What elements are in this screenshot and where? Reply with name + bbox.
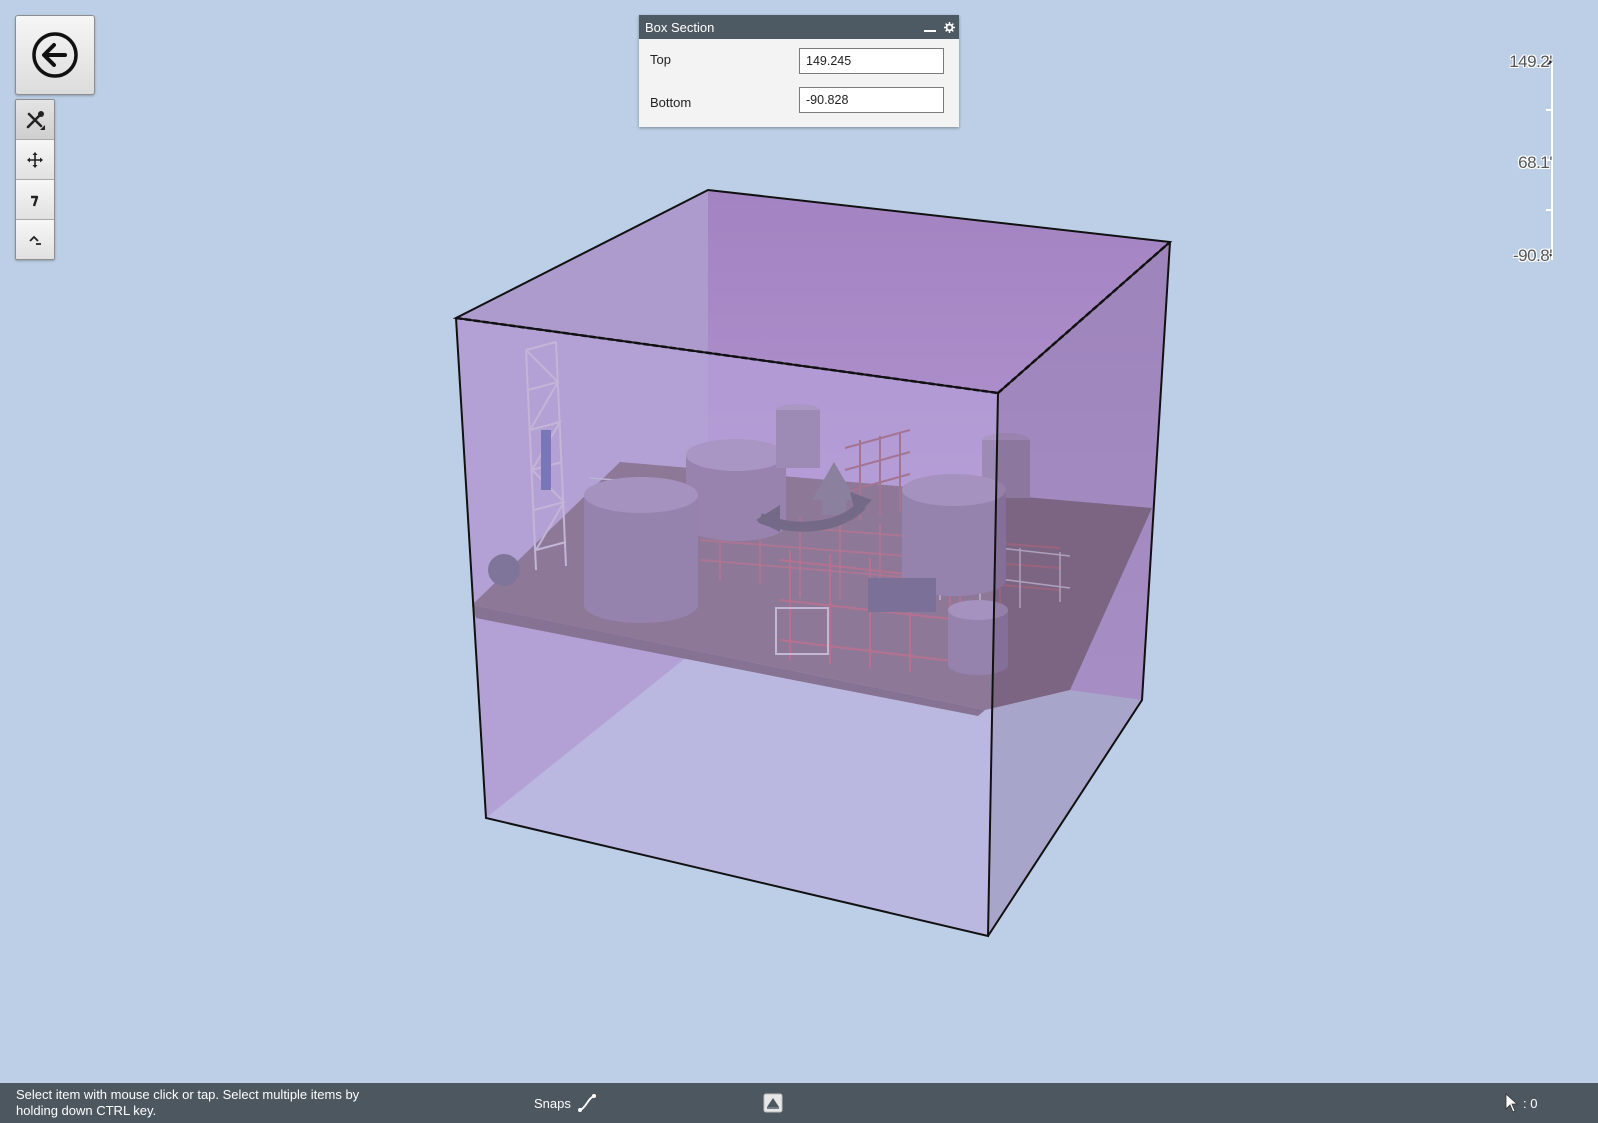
minimize-button[interactable] (924, 22, 936, 32)
bottom-row: Bottom (639, 81, 959, 123)
snap-icon (577, 1094, 596, 1112)
box-section-titlebar[interactable]: Box Section (639, 15, 959, 39)
move-tool-button[interactable] (16, 140, 54, 180)
box-front-face (456, 318, 998, 936)
view-toggle-button[interactable] (763, 1093, 783, 1113)
section-box-scene[interactable] (0, 0, 1598, 1083)
panel-title: Box Section (645, 19, 715, 35)
section-toolstrip (15, 99, 55, 260)
top-row: Top (639, 39, 959, 81)
cursor-icon (1505, 1093, 1519, 1113)
selection-count: : 0 (1505, 1093, 1537, 1113)
view-mode-icon (763, 1093, 783, 1113)
top-input[interactable] (799, 48, 944, 74)
status-message: Select item with mouse click or tap. Sel… (16, 1087, 360, 1118)
top-label: Top (650, 52, 671, 67)
selection-count-value: : 0 (1523, 1095, 1538, 1111)
ruler-middle-value: 68.1' (1518, 153, 1552, 172)
status-bar: Select item with mouse click or tap. Sel… (0, 1083, 1598, 1123)
section-tools-icon (26, 110, 45, 130)
ruler-bottom-value: -90.8' (1513, 246, 1553, 265)
bottom-input[interactable] (799, 87, 944, 113)
snaps-toggle[interactable]: Snaps (534, 1094, 597, 1112)
ruler-top-value: 149.2' (1509, 52, 1552, 71)
undo-stretch-icon (29, 235, 41, 245)
3d-viewport[interactable] (0, 0, 1598, 1083)
box-section-panel: Box Section Top Bottom (639, 15, 959, 127)
section-tools-button[interactable] (16, 100, 54, 140)
stretch-tool-button[interactable] (16, 180, 54, 220)
snaps-label: Snaps (534, 1095, 571, 1111)
undo-stretch-tool-button[interactable] (16, 220, 54, 259)
back-button[interactable] (15, 15, 95, 95)
back-arrow-icon (32, 32, 78, 78)
elevation-ruler[interactable]: 149.2' 68.1' -90.8' (1460, 50, 1570, 270)
stretch-icon (31, 195, 39, 206)
move-icon (27, 151, 43, 168)
bottom-label: Bottom (650, 95, 692, 110)
gear-icon[interactable] (944, 21, 955, 33)
ruler-scale (1544, 56, 1553, 261)
minimize-icon (924, 30, 936, 32)
